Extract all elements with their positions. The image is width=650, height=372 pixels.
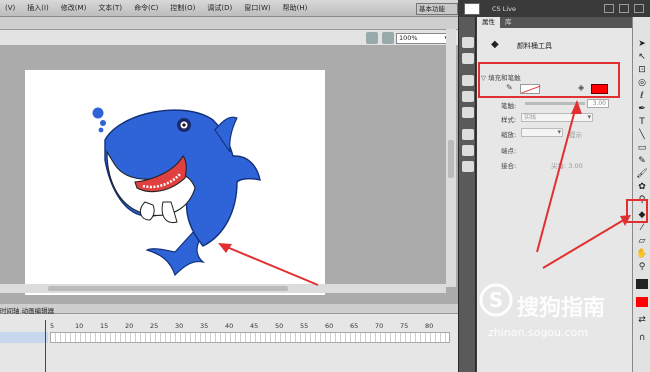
arrow-to-shark bbox=[221, 244, 319, 286]
arrow-to-bucket bbox=[542, 217, 628, 269]
sogou-logo-icon: S bbox=[479, 283, 513, 317]
arrow-head-fill-swatch bbox=[571, 100, 582, 114]
watermark-brand: 搜狗指南 bbox=[517, 296, 606, 321]
arrow-to-fill-swatch bbox=[536, 109, 576, 253]
svg-text:S: S bbox=[489, 288, 503, 312]
watermark-url: zhinan.sogou.com bbox=[488, 326, 589, 339]
